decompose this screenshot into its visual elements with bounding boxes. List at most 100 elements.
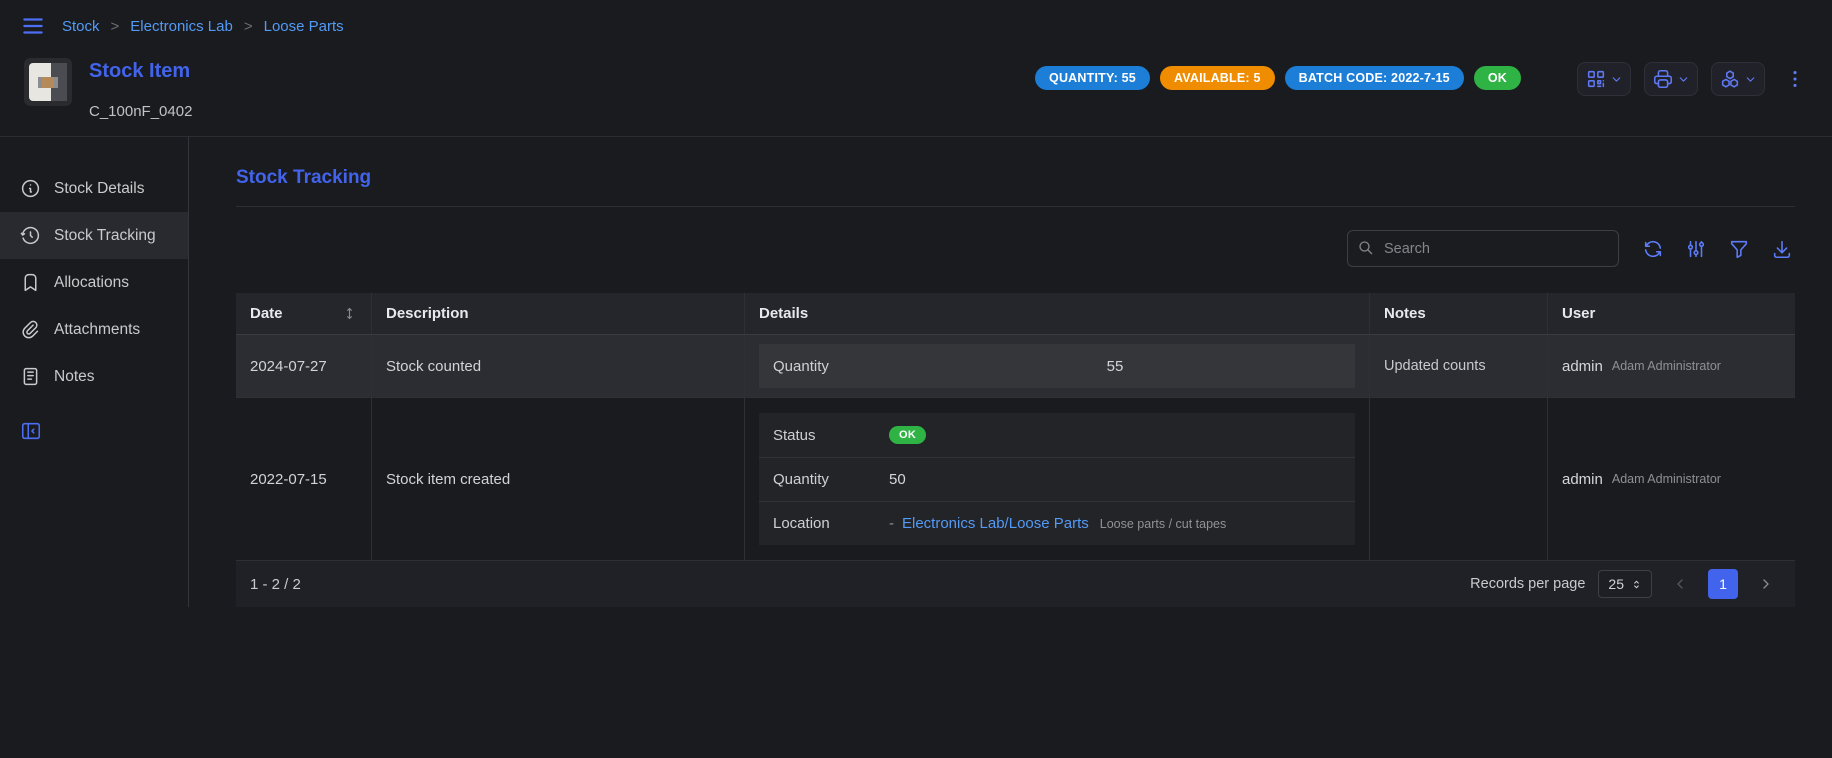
breadcrumb-separator: > [111, 18, 120, 35]
topbar: Stock > Electronics Lab > Loose Parts [0, 0, 1832, 50]
records-per-page-value: 25 [1608, 576, 1624, 592]
username: admin [1562, 471, 1603, 488]
search-icon [1357, 239, 1375, 257]
row-notes: Updated counts [1369, 335, 1547, 397]
column-label: Date [250, 305, 283, 322]
detail-value: 55 [889, 358, 1341, 375]
title-block: Stock Item C_100nF_0402 [89, 58, 192, 120]
detail-row-location: Location - Electronics Lab/Loose Parts L… [759, 501, 1355, 545]
sidebar-item-label: Stock Details [54, 180, 144, 198]
sidebar-item-notes[interactable]: Notes [0, 353, 188, 400]
location-description: Loose parts / cut tapes [1100, 517, 1226, 531]
pagination: Records per page 25 1 [1470, 569, 1781, 599]
sidebar-item-stock-details[interactable]: Stock Details [0, 165, 188, 212]
breadcrumb-stock[interactable]: Stock [62, 18, 100, 35]
column-header-user: User [1547, 293, 1795, 334]
kebab-menu-icon[interactable] [1782, 66, 1808, 92]
body: Stock Details Stock Tracking Allocations [0, 137, 1832, 607]
page-title: Stock Item [89, 58, 192, 83]
section-divider [236, 206, 1795, 207]
stock-item-name: C_100nF_0402 [89, 103, 192, 120]
notes-icon [20, 366, 41, 387]
detail-key: Status [773, 427, 889, 444]
chevron-left-icon[interactable] [1665, 569, 1695, 599]
row-date: 2022-07-15 [236, 398, 371, 560]
detail-row-quantity: Quantity 50 [759, 457, 1355, 501]
detail-dash: - [889, 515, 894, 532]
header-actions [1577, 58, 1808, 96]
user-full-name: Adam Administrator [1612, 472, 1721, 486]
selector-icon [1631, 579, 1642, 590]
stock-actions-button[interactable] [1711, 62, 1765, 96]
sidebar-item-stock-tracking[interactable]: Stock Tracking [0, 212, 188, 259]
row-user: admin Adam Administrator [1547, 398, 1795, 560]
row-notes [1369, 398, 1547, 560]
info-circle-icon [20, 178, 41, 199]
breadcrumb-separator: > [244, 18, 253, 35]
bookmark-icon [20, 272, 41, 293]
search-input[interactable] [1347, 230, 1619, 267]
detail-key: Quantity [773, 358, 889, 375]
breadcrumb-electronics-lab[interactable]: Electronics Lab [130, 18, 233, 35]
sidebar-item-label: Stock Tracking [54, 227, 156, 245]
page-header: Stock Item C_100nF_0402 QUANTITY: 55 AVA… [0, 50, 1832, 136]
username: admin [1562, 358, 1603, 375]
detail-key: Location [773, 515, 889, 532]
records-per-page-label: Records per page [1470, 576, 1585, 592]
detail-row-quantity: Quantity 55 [759, 344, 1355, 388]
table-row[interactable]: 2022-07-15 Stock item created Status OK … [236, 398, 1795, 561]
detail-box: Status OK Quantity 50 Location - Electro… [759, 413, 1355, 545]
sort-icon [342, 306, 357, 321]
section-title: Stock Tracking [236, 167, 1795, 189]
row-details: Quantity 55 [744, 335, 1369, 397]
chevron-down-icon [1677, 73, 1690, 86]
breadcrumb-loose-parts[interactable]: Loose Parts [264, 18, 344, 35]
row-user: admin Adam Administrator [1547, 335, 1795, 397]
main-content: Stock Tracking [189, 137, 1832, 607]
location-link[interactable]: Electronics Lab/Loose Parts [902, 515, 1089, 532]
table-header-row: Date Description Details Notes User [236, 293, 1795, 335]
filter-icon[interactable] [1726, 236, 1752, 262]
table-footer: 1 - 2 / 2 Records per page 25 1 [236, 561, 1795, 607]
sidebar-item-allocations[interactable]: Allocations [0, 259, 188, 306]
sidebar-item-attachments[interactable]: Attachments [0, 306, 188, 353]
print-actions-button[interactable] [1644, 62, 1698, 96]
printer-icon [1652, 68, 1674, 90]
column-header-notes: Notes [1369, 293, 1547, 334]
table-row[interactable]: 2024-07-27 Stock counted Quantity 55 Upd… [236, 335, 1795, 398]
qr-code-icon [1585, 68, 1607, 90]
quantity-badge: QUANTITY: 55 [1035, 66, 1150, 90]
barcode-actions-button[interactable] [1577, 62, 1631, 96]
column-header-description[interactable]: Description [371, 293, 744, 334]
chevron-down-icon [1610, 73, 1623, 86]
header-left: Stock Item C_100nF_0402 [24, 58, 192, 120]
row-details: Status OK Quantity 50 Location - Electro… [744, 398, 1369, 560]
record-count: 1 - 2 / 2 [250, 576, 301, 593]
chevron-down-icon [1744, 73, 1757, 86]
stock-actions-icon [1719, 68, 1741, 90]
row-description: Stock counted [371, 335, 744, 397]
detail-row-status: Status OK [759, 413, 1355, 457]
page-1-button[interactable]: 1 [1708, 569, 1738, 599]
column-header-details: Details [744, 293, 1369, 334]
chevron-right-icon[interactable] [1751, 569, 1781, 599]
sidebar: Stock Details Stock Tracking Allocations [0, 137, 189, 607]
sidebar-item-label: Attachments [54, 321, 140, 339]
sidebar-collapse-icon[interactable] [20, 420, 42, 442]
records-per-page-select[interactable]: 25 [1598, 570, 1652, 598]
table-toolbar [236, 230, 1795, 267]
breadcrumb: Stock > Electronics Lab > Loose Parts [62, 18, 344, 35]
hamburger-menu-icon[interactable] [20, 13, 46, 39]
stock-item-thumbnail[interactable] [24, 58, 72, 106]
column-header-date[interactable]: Date [236, 293, 371, 334]
refresh-icon[interactable] [1640, 236, 1666, 262]
detail-key: Quantity [773, 471, 889, 488]
paperclip-icon [20, 319, 41, 340]
row-date: 2024-07-27 [236, 335, 371, 397]
sidebar-item-label: Notes [54, 368, 95, 386]
status-ok-badge: OK [889, 426, 926, 444]
adjustments-icon[interactable] [1683, 236, 1709, 262]
download-icon[interactable] [1769, 236, 1795, 262]
detail-value: 50 [889, 471, 906, 488]
status-badge: OK [1474, 66, 1521, 90]
